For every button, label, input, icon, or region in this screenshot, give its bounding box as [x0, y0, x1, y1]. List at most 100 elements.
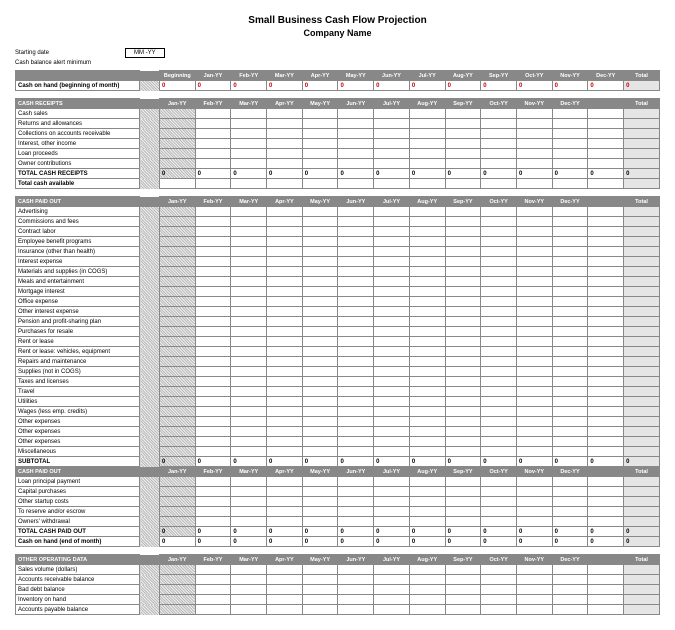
cell[interactable]	[409, 227, 445, 237]
cell[interactable]	[445, 437, 481, 447]
total-cell[interactable]	[624, 139, 660, 149]
cell[interactable]	[267, 417, 303, 427]
cell[interactable]	[588, 287, 624, 297]
total-cell[interactable]	[624, 149, 660, 159]
cell[interactable]	[588, 179, 624, 189]
total-cell[interactable]	[624, 575, 660, 585]
cell[interactable]: 0	[588, 527, 624, 537]
cell[interactable]: 0	[588, 81, 624, 91]
cell[interactable]	[481, 109, 517, 119]
cell[interactable]: 0	[409, 527, 445, 537]
cell[interactable]	[516, 595, 552, 605]
cell[interactable]	[195, 129, 231, 139]
cell[interactable]	[231, 227, 267, 237]
cell[interactable]: 0	[302, 527, 338, 537]
cell[interactable]	[445, 317, 481, 327]
cell[interactable]	[374, 487, 410, 497]
cell[interactable]	[516, 297, 552, 307]
cell[interactable]	[231, 347, 267, 357]
starting-date-input[interactable]: MM -YY	[125, 48, 165, 58]
total-cell[interactable]	[624, 109, 660, 119]
cell[interactable]: 0	[374, 527, 410, 537]
cell[interactable]	[588, 317, 624, 327]
cell[interactable]: 0	[302, 81, 338, 91]
cell[interactable]	[195, 477, 231, 487]
cell[interactable]	[516, 605, 552, 615]
total-cell[interactable]	[624, 427, 660, 437]
cell[interactable]	[231, 277, 267, 287]
cell[interactable]	[159, 517, 195, 527]
total-cell[interactable]: 0	[624, 457, 660, 467]
cell[interactable]	[481, 317, 517, 327]
cell[interactable]	[481, 129, 517, 139]
cell[interactable]	[231, 297, 267, 307]
cell[interactable]	[445, 327, 481, 337]
cell[interactable]	[409, 139, 445, 149]
cell[interactable]	[338, 247, 374, 257]
cell[interactable]	[409, 109, 445, 119]
cell[interactable]	[231, 497, 267, 507]
cell[interactable]	[588, 357, 624, 367]
cell[interactable]	[552, 427, 588, 437]
cell[interactable]	[302, 227, 338, 237]
cell[interactable]	[445, 307, 481, 317]
cell[interactable]: 0	[338, 169, 374, 179]
cell[interactable]	[267, 377, 303, 387]
cell[interactable]: 0	[302, 169, 338, 179]
cell[interactable]	[588, 377, 624, 387]
cell[interactable]	[231, 377, 267, 387]
cell[interactable]	[374, 397, 410, 407]
cell[interactable]	[195, 437, 231, 447]
cell[interactable]	[338, 427, 374, 437]
cell[interactable]	[588, 477, 624, 487]
cell[interactable]: 0	[409, 169, 445, 179]
cell[interactable]	[588, 367, 624, 377]
cell[interactable]	[445, 217, 481, 227]
cell[interactable]	[409, 247, 445, 257]
cell[interactable]	[195, 337, 231, 347]
cell[interactable]	[374, 139, 410, 149]
cell[interactable]	[481, 497, 517, 507]
cell[interactable]	[231, 287, 267, 297]
cell[interactable]	[552, 247, 588, 257]
cell[interactable]	[374, 337, 410, 347]
cell[interactable]: 0	[338, 81, 374, 91]
cell[interactable]	[374, 497, 410, 507]
cell[interactable]	[445, 347, 481, 357]
cell[interactable]	[231, 109, 267, 119]
cell[interactable]	[231, 417, 267, 427]
cell[interactable]	[588, 297, 624, 307]
cell[interactable]	[481, 149, 517, 159]
cell[interactable]	[267, 139, 303, 149]
cell[interactable]	[552, 347, 588, 357]
cell[interactable]	[231, 159, 267, 169]
cell[interactable]: 0	[516, 457, 552, 467]
cell[interactable]	[588, 119, 624, 129]
cell[interactable]	[267, 257, 303, 267]
cell[interactable]	[445, 247, 481, 257]
cell[interactable]	[481, 159, 517, 169]
cell[interactable]	[338, 565, 374, 575]
cell[interactable]	[445, 575, 481, 585]
cell[interactable]	[481, 367, 517, 377]
cell[interactable]	[338, 159, 374, 169]
cell[interactable]	[159, 237, 195, 247]
cell[interactable]	[516, 237, 552, 247]
cell[interactable]: 0	[231, 457, 267, 467]
cell[interactable]	[516, 575, 552, 585]
cell[interactable]	[302, 267, 338, 277]
cell[interactable]: 0	[588, 457, 624, 467]
cell[interactable]	[267, 237, 303, 247]
cell[interactable]: 0	[481, 169, 517, 179]
cell[interactable]	[267, 109, 303, 119]
cell[interactable]	[338, 237, 374, 247]
cell[interactable]	[159, 477, 195, 487]
cell[interactable]	[159, 327, 195, 337]
cell[interactable]	[481, 387, 517, 397]
cell[interactable]	[445, 227, 481, 237]
cell[interactable]	[302, 217, 338, 227]
cell[interactable]	[159, 377, 195, 387]
cell[interactable]	[374, 247, 410, 257]
cell[interactable]	[409, 287, 445, 297]
cell[interactable]	[159, 159, 195, 169]
